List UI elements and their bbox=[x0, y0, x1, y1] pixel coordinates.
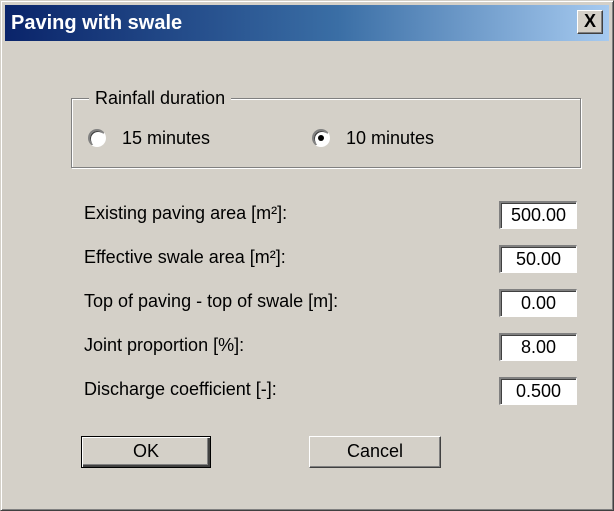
top-paving-top-swale-label: Top of paving - top of swale [m]: bbox=[84, 291, 339, 311]
discharge-coefficient-input[interactable] bbox=[499, 377, 577, 405]
radio-15-minutes-label: 15 minutes bbox=[122, 128, 211, 148]
existing-paving-area-label: Existing paving area [m²]: bbox=[84, 203, 288, 223]
effective-swale-area-input[interactable] bbox=[499, 245, 577, 273]
discharge-coefficient-label: Discharge coefficient [-]: bbox=[84, 379, 277, 399]
ok-button[interactable]: OK bbox=[81, 436, 211, 468]
close-icon: X bbox=[583, 11, 596, 31]
radio-selected-dot-icon bbox=[318, 135, 324, 141]
radio-10-minutes[interactable]: 10 minutes bbox=[312, 126, 434, 150]
top-paving-top-swale-input[interactable] bbox=[499, 289, 577, 317]
title-bar[interactable]: Paving with swale X bbox=[5, 5, 609, 41]
joint-proportion-input[interactable] bbox=[499, 333, 577, 361]
window-title: Paving with swale bbox=[11, 12, 183, 34]
radio-10-minutes-label: 10 minutes bbox=[346, 128, 435, 148]
radio-icon[interactable] bbox=[88, 129, 106, 147]
joint-proportion-label: Joint proportion [%]: bbox=[84, 335, 245, 355]
close-button[interactable]: X bbox=[577, 10, 603, 34]
radio-15-minutes[interactable]: 15 minutes bbox=[88, 126, 210, 150]
effective-swale-area-label: Effective swale area [m²]: bbox=[84, 247, 286, 267]
dialog-window: Paving with swale X Rainfall duration 15… bbox=[0, 0, 614, 511]
rainfall-duration-legend: Rainfall duration bbox=[89, 87, 232, 109]
cancel-button[interactable]: Cancel bbox=[309, 436, 441, 468]
existing-paving-area-input[interactable] bbox=[499, 201, 577, 229]
radio-icon[interactable] bbox=[312, 129, 330, 147]
